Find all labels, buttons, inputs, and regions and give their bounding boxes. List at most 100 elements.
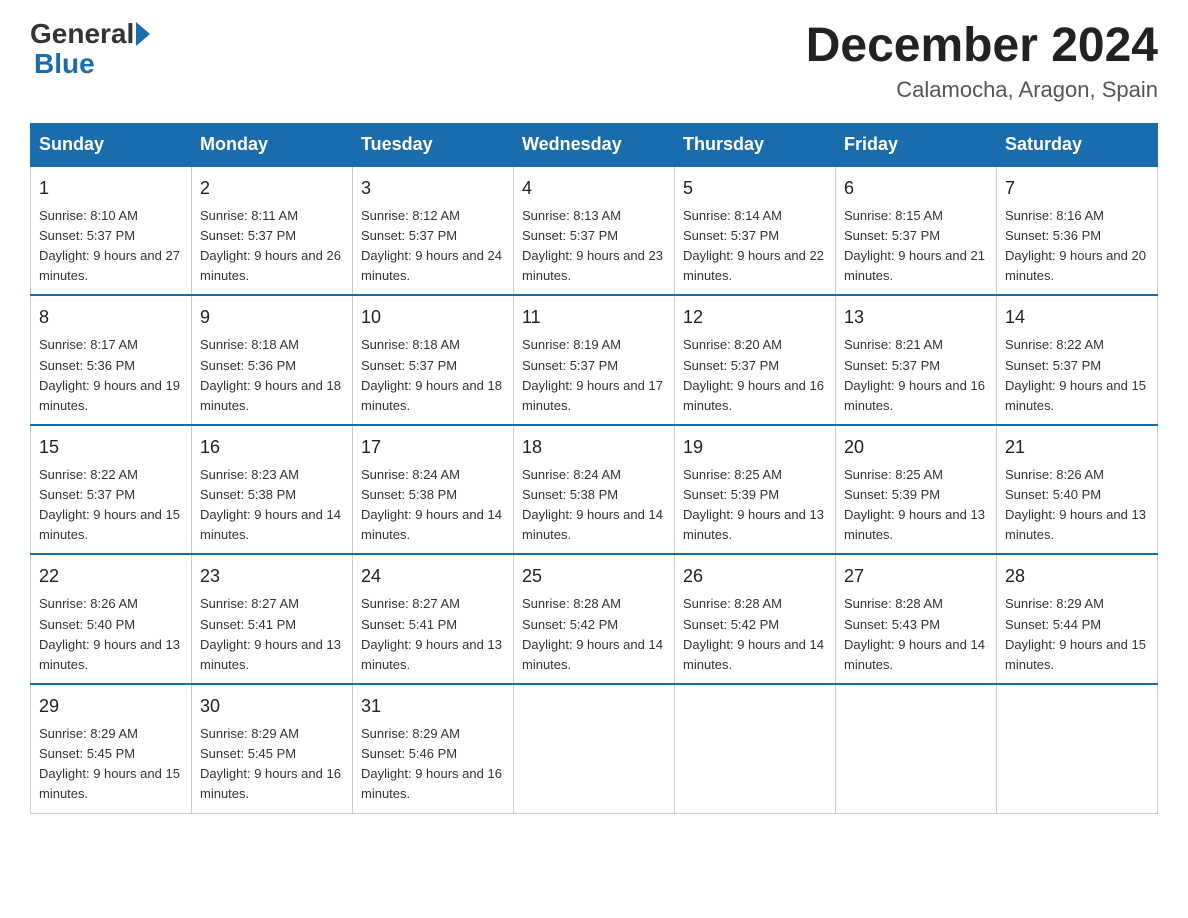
day-info: Sunrise: 8:28 AMSunset: 5:42 PMDaylight:…	[522, 594, 666, 675]
day-number: 11	[522, 304, 666, 331]
calendar-empty-cell	[514, 684, 675, 813]
day-number: 19	[683, 434, 827, 461]
day-info: Sunrise: 8:17 AMSunset: 5:36 PMDaylight:…	[39, 335, 183, 416]
day-info: Sunrise: 8:12 AMSunset: 5:37 PMDaylight:…	[361, 206, 505, 287]
day-info: Sunrise: 8:15 AMSunset: 5:37 PMDaylight:…	[844, 206, 988, 287]
day-info: Sunrise: 8:22 AMSunset: 5:37 PMDaylight:…	[1005, 335, 1149, 416]
calendar-header-row: SundayMondayTuesdayWednesdayThursdayFrid…	[31, 123, 1158, 166]
logo: General Blue	[30, 20, 152, 80]
day-number: 9	[200, 304, 344, 331]
day-info: Sunrise: 8:21 AMSunset: 5:37 PMDaylight:…	[844, 335, 988, 416]
weekday-header-saturday: Saturday	[997, 123, 1158, 166]
day-number: 3	[361, 175, 505, 202]
day-number: 12	[683, 304, 827, 331]
day-info: Sunrise: 8:19 AMSunset: 5:37 PMDaylight:…	[522, 335, 666, 416]
day-number: 30	[200, 693, 344, 720]
calendar-day-cell: 29 Sunrise: 8:29 AMSunset: 5:45 PMDayligh…	[31, 684, 192, 813]
weekday-header-sunday: Sunday	[31, 123, 192, 166]
day-info: Sunrise: 8:25 AMSunset: 5:39 PMDaylight:…	[844, 465, 988, 546]
day-number: 28	[1005, 563, 1149, 590]
calendar-day-cell: 3 Sunrise: 8:12 AMSunset: 5:37 PMDaylight…	[353, 166, 514, 296]
day-number: 14	[1005, 304, 1149, 331]
weekday-header-wednesday: Wednesday	[514, 123, 675, 166]
calendar-week-row: 1 Sunrise: 8:10 AMSunset: 5:37 PMDaylight…	[31, 166, 1158, 296]
weekday-header-monday: Monday	[192, 123, 353, 166]
day-number: 31	[361, 693, 505, 720]
calendar-day-cell: 20 Sunrise: 8:25 AMSunset: 5:39 PMDayligh…	[836, 425, 997, 555]
calendar-day-cell: 6 Sunrise: 8:15 AMSunset: 5:37 PMDaylight…	[836, 166, 997, 296]
calendar-day-cell: 30 Sunrise: 8:29 AMSunset: 5:45 PMDayligh…	[192, 684, 353, 813]
day-number: 20	[844, 434, 988, 461]
calendar-day-cell: 31Sunrise: 8:29 AMSunset: 5:46 PMDayligh…	[353, 684, 514, 813]
calendar-day-cell: 14 Sunrise: 8:22 AMSunset: 5:37 PMDayligh…	[997, 295, 1158, 425]
calendar-day-cell: 15 Sunrise: 8:22 AMSunset: 5:37 PMDayligh…	[31, 425, 192, 555]
day-info: Sunrise: 8:28 AMSunset: 5:43 PMDaylight:…	[844, 594, 988, 675]
calendar-day-cell: 10Sunrise: 8:18 AMSunset: 5:37 PMDayligh…	[353, 295, 514, 425]
day-number: 2	[200, 175, 344, 202]
logo-general-text: General	[30, 20, 134, 48]
calendar-empty-cell	[836, 684, 997, 813]
calendar-day-cell: 23Sunrise: 8:27 AMSunset: 5:41 PMDayligh…	[192, 554, 353, 684]
calendar-table: SundayMondayTuesdayWednesdayThursdayFrid…	[30, 123, 1158, 814]
calendar-day-cell: 24Sunrise: 8:27 AMSunset: 5:41 PMDayligh…	[353, 554, 514, 684]
day-number: 1	[39, 175, 183, 202]
day-info: Sunrise: 8:18 AMSunset: 5:36 PMDaylight:…	[200, 335, 344, 416]
calendar-day-cell: 7 Sunrise: 8:16 AMSunset: 5:36 PMDaylight…	[997, 166, 1158, 296]
calendar-empty-cell	[997, 684, 1158, 813]
day-info: Sunrise: 8:29 AMSunset: 5:45 PMDaylight:…	[39, 724, 183, 805]
day-info: Sunrise: 8:23 AMSunset: 5:38 PMDaylight:…	[200, 465, 344, 546]
calendar-day-cell: 12 Sunrise: 8:20 AMSunset: 5:37 PMDayligh…	[675, 295, 836, 425]
day-info: Sunrise: 8:28 AMSunset: 5:42 PMDaylight:…	[683, 594, 827, 675]
calendar-day-cell: 27Sunrise: 8:28 AMSunset: 5:43 PMDayligh…	[836, 554, 997, 684]
calendar-day-cell: 2 Sunrise: 8:11 AMSunset: 5:37 PMDaylight…	[192, 166, 353, 296]
day-number: 5	[683, 175, 827, 202]
day-number: 29	[39, 693, 183, 720]
day-number: 26	[683, 563, 827, 590]
calendar-empty-cell	[675, 684, 836, 813]
day-info: Sunrise: 8:27 AMSunset: 5:41 PMDaylight:…	[361, 594, 505, 675]
day-info: Sunrise: 8:14 AMSunset: 5:37 PMDaylight:…	[683, 206, 827, 287]
day-info: Sunrise: 8:25 AMSunset: 5:39 PMDaylight:…	[683, 465, 827, 546]
calendar-week-row: 29 Sunrise: 8:29 AMSunset: 5:45 PMDayligh…	[31, 684, 1158, 813]
day-info: Sunrise: 8:11 AMSunset: 5:37 PMDaylight:…	[200, 206, 344, 287]
day-number: 21	[1005, 434, 1149, 461]
calendar-day-cell: 8 Sunrise: 8:17 AMSunset: 5:36 PMDaylight…	[31, 295, 192, 425]
day-info: Sunrise: 8:29 AMSunset: 5:45 PMDaylight:…	[200, 724, 344, 805]
page-header: General Blue December 2024 Calamocha, Ar…	[30, 20, 1158, 103]
day-number: 4	[522, 175, 666, 202]
weekday-header-tuesday: Tuesday	[353, 123, 514, 166]
day-number: 10	[361, 304, 505, 331]
day-info: Sunrise: 8:10 AMSunset: 5:37 PMDaylight:…	[39, 206, 183, 287]
day-info: Sunrise: 8:24 AMSunset: 5:38 PMDaylight:…	[361, 465, 505, 546]
day-info: Sunrise: 8:29 AMSunset: 5:44 PMDaylight:…	[1005, 594, 1149, 675]
calendar-day-cell: 9 Sunrise: 8:18 AMSunset: 5:36 PMDaylight…	[192, 295, 353, 425]
calendar-day-cell: 19 Sunrise: 8:25 AMSunset: 5:39 PMDayligh…	[675, 425, 836, 555]
calendar-day-cell: 1 Sunrise: 8:10 AMSunset: 5:37 PMDaylight…	[31, 166, 192, 296]
weekday-header-thursday: Thursday	[675, 123, 836, 166]
day-number: 8	[39, 304, 183, 331]
day-number: 7	[1005, 175, 1149, 202]
page-title: December 2024	[806, 20, 1158, 73]
day-number: 15	[39, 434, 183, 461]
day-info: Sunrise: 8:27 AMSunset: 5:41 PMDaylight:…	[200, 594, 344, 675]
day-number: 6	[844, 175, 988, 202]
day-number: 25	[522, 563, 666, 590]
day-number: 16	[200, 434, 344, 461]
day-number: 18	[522, 434, 666, 461]
calendar-day-cell: 5 Sunrise: 8:14 AMSunset: 5:37 PMDaylight…	[675, 166, 836, 296]
calendar-day-cell: 21 Sunrise: 8:26 AMSunset: 5:40 PMDayligh…	[997, 425, 1158, 555]
calendar-day-cell: 4Sunrise: 8:13 AMSunset: 5:37 PMDaylight…	[514, 166, 675, 296]
logo-blue-text: Blue	[34, 48, 95, 79]
day-info: Sunrise: 8:22 AMSunset: 5:37 PMDaylight:…	[39, 465, 183, 546]
calendar-day-cell: 16 Sunrise: 8:23 AMSunset: 5:38 PMDayligh…	[192, 425, 353, 555]
calendar-day-cell: 17 Sunrise: 8:24 AMSunset: 5:38 PMDayligh…	[353, 425, 514, 555]
logo-arrow-icon	[136, 22, 150, 46]
day-info: Sunrise: 8:26 AMSunset: 5:40 PMDaylight:…	[39, 594, 183, 675]
day-info: Sunrise: 8:16 AMSunset: 5:36 PMDaylight:…	[1005, 206, 1149, 287]
day-info: Sunrise: 8:20 AMSunset: 5:37 PMDaylight:…	[683, 335, 827, 416]
title-block: December 2024 Calamocha, Aragon, Spain	[806, 20, 1158, 103]
calendar-week-row: 22Sunrise: 8:26 AMSunset: 5:40 PMDayligh…	[31, 554, 1158, 684]
day-number: 13	[844, 304, 988, 331]
day-info: Sunrise: 8:26 AMSunset: 5:40 PMDaylight:…	[1005, 465, 1149, 546]
day-number: 17	[361, 434, 505, 461]
